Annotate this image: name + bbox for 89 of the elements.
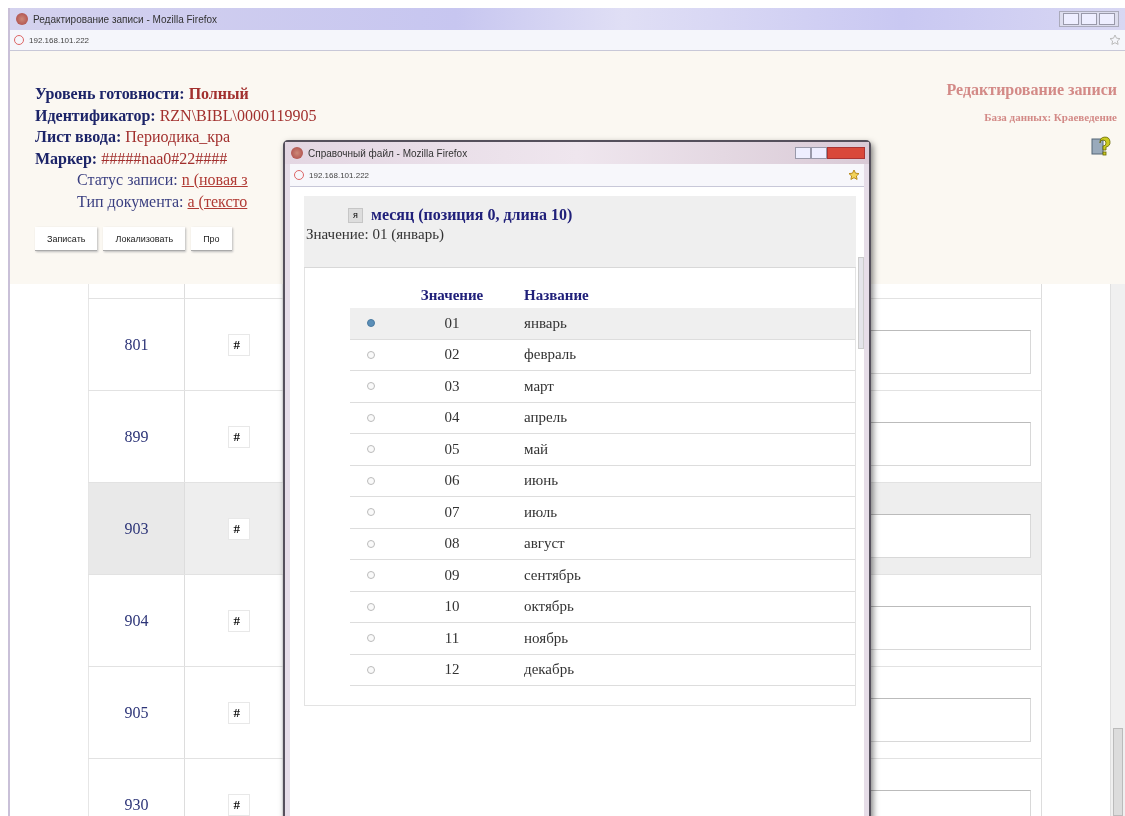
field-value: Периодика_кра <box>125 128 231 145</box>
value-cell-text: 06 <box>443 472 461 490</box>
radio-button[interactable] <box>367 382 375 391</box>
tag-number: 899 <box>124 427 149 446</box>
browser-icon <box>291 147 303 159</box>
field-label: Статус записи: <box>77 171 178 188</box>
url-text: 192.168.101.222 <box>29 35 90 45</box>
radio-button[interactable] <box>367 508 375 517</box>
toolbar-button[interactable]: Записать <box>35 227 98 251</box>
field-heading: месяц (позиция 0, длина 10) <box>371 206 573 224</box>
value-cell-text: 05 <box>443 440 461 458</box>
star-icon[interactable] <box>848 169 860 181</box>
page-title: Редактирование записи <box>946 81 1117 99</box>
radio-button[interactable] <box>367 634 375 643</box>
tag-number: 905 <box>124 703 149 722</box>
indicator-field[interactable]: # <box>227 609 250 632</box>
radio-button[interactable] <box>367 319 375 328</box>
value-cell-text: 02 <box>443 346 461 364</box>
name-cell-text: февраль <box>523 346 577 364</box>
field-label: Лист ввода: <box>35 128 122 145</box>
indicator-field[interactable]: # <box>227 333 250 356</box>
small-button[interactable]: я <box>348 207 363 223</box>
database-label: База данных: Краеведение <box>984 111 1117 123</box>
value-cell-text: 11 <box>443 629 461 647</box>
name-cell-text: май <box>523 440 549 458</box>
name-cell-text: июнь <box>523 472 559 490</box>
field-label: Тип документа: <box>77 192 184 210</box>
indicator-field[interactable]: # <box>227 793 250 816</box>
indicator-field[interactable]: # <box>227 701 250 724</box>
value-link[interactable]: a (тексто <box>187 192 248 210</box>
value-cell-text: 12 <box>443 661 461 679</box>
url-text: 192.168.101.222 <box>309 170 370 180</box>
value-cell-text: 10 <box>443 598 461 616</box>
field-value: #####naa0#22#### <box>101 149 228 167</box>
radio-button[interactable] <box>367 665 375 674</box>
name-cell-text: декабрь <box>523 661 574 679</box>
field-label: Уровень готовности: <box>35 85 185 102</box>
tag-cell[interactable]: 904 <box>88 575 185 666</box>
value-cell-text: 04 <box>443 409 461 427</box>
tag-cell[interactable]: 903 <box>88 483 185 574</box>
column-header: Значение <box>419 286 485 304</box>
name-cell-text: март <box>523 377 554 395</box>
field-label: Идентификатор: <box>35 106 156 124</box>
browser-icon <box>16 13 28 25</box>
name-cell-text: август <box>523 535 565 553</box>
tag-number: 801 <box>124 335 149 354</box>
window-title: Редактирование записи - Mozilla Firefox <box>33 13 218 25</box>
value-link[interactable]: n (новая з <box>181 171 248 188</box>
column-header: Название <box>523 286 589 304</box>
tag-cell[interactable]: 930 <box>88 759 185 816</box>
toolbar-button[interactable]: Про <box>191 227 232 251</box>
name-cell-text: ноябрь <box>523 629 569 647</box>
radio-button[interactable] <box>367 602 375 611</box>
field-label: Маркер: <box>35 149 98 167</box>
value-cell-text: 08 <box>443 535 461 553</box>
window-controls[interactable] <box>1059 11 1119 27</box>
name-cell-text: январь <box>523 314 567 332</box>
radio-button[interactable] <box>367 476 375 485</box>
tag-number: 904 <box>124 611 149 630</box>
name-cell-text: июль <box>523 503 558 521</box>
name-cell-text: апрель <box>523 409 567 427</box>
tag-cell[interactable]: 899 <box>88 391 185 482</box>
address-bar[interactable]: 192.168.101.222 <box>10 30 1125 51</box>
star-icon[interactable] <box>1109 34 1121 46</box>
radio-button[interactable] <box>367 350 375 359</box>
indicator-field[interactable]: # <box>227 517 250 540</box>
value-cell-text: 07 <box>443 503 461 521</box>
tag-cell[interactable]: 905 <box>88 667 185 758</box>
field-value: RZN\BIBL\0000119905 <box>159 106 317 124</box>
radio-button[interactable] <box>367 413 375 422</box>
field-value: Полный <box>188 85 249 102</box>
name-cell-text: октябрь <box>523 598 574 616</box>
radio-button[interactable] <box>367 571 375 580</box>
window-controls[interactable] <box>795 147 865 159</box>
value-cell-text: 09 <box>443 566 461 584</box>
value-cell-text: 03 <box>443 377 461 395</box>
tag-cell[interactable]: 801 <box>88 299 185 390</box>
radio-button[interactable] <box>367 539 375 548</box>
help-icon[interactable] <box>1091 135 1111 157</box>
name-cell-text: сентябрь <box>523 566 581 584</box>
value-cell-text: 01 <box>443 314 461 332</box>
address-bar[interactable]: 192.168.101.222 <box>290 164 864 187</box>
tag-number: 903 <box>124 519 149 538</box>
value-text: Значение: 01 (январь) <box>306 226 445 243</box>
radio-button[interactable] <box>367 445 375 454</box>
indicator-field[interactable]: # <box>227 425 250 448</box>
tag-number: 930 <box>124 795 149 814</box>
toolbar-button[interactable]: Локализовать <box>103 227 186 251</box>
window-title: Справочный файл - Mozilla Firefox <box>308 147 468 159</box>
